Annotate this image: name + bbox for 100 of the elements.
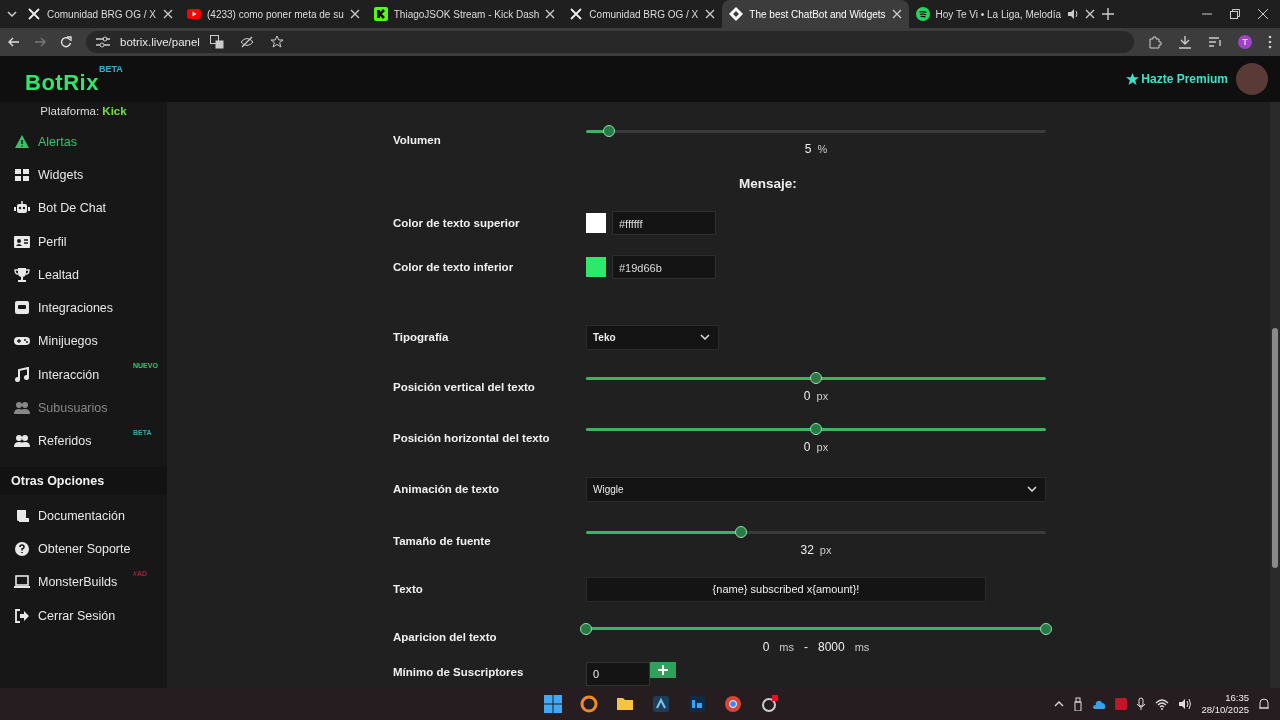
reading-unit: px [816,390,829,402]
microphone-icon[interactable] [1136,697,1147,711]
reading-value: 5 [804,142,812,156]
close-icon[interactable] [163,9,173,19]
star-icon[interactable] [269,35,284,49]
url-text: botrix.live/panel [120,36,200,48]
eye-slash-icon[interactable] [239,35,254,49]
music-note-icon [14,366,30,383]
reading-unit: px [819,544,832,556]
x-logo-icon [27,7,41,21]
close-icon[interactable] [705,9,716,19]
browser-tab[interactable]: The best ChatBot and Widgets [722,0,909,28]
browser-tab[interactable]: (4233) como poner meta de su [180,0,367,28]
diamond-icon [729,7,744,21]
nav-item[interactable]: Perfil [0,224,167,259]
usb-icon[interactable] [1073,697,1084,711]
speaker-icon[interactable] [1178,698,1193,710]
sign-out-icon [14,607,30,624]
text-field[interactable]: {name} subscribed x{amount}! [586,576,986,602]
field-label: Color de texto superior [393,217,521,229]
scrollbar[interactable] [1270,102,1280,688]
nav-item[interactable]: Bot De Chat [0,191,167,225]
bell-icon[interactable] [1258,697,1270,711]
forward-icon [34,36,46,48]
slider-thumb[interactable] [580,622,592,635]
close-icon[interactable] [349,9,360,19]
pdf-tile-icon[interactable] [1115,698,1128,710]
slider[interactable] [586,526,1046,538]
more-icon[interactable] [1268,35,1272,49]
field-label: Aparicion del texto [393,631,498,643]
cloud-icon[interactable] [1092,698,1107,710]
close-icon[interactable] [1258,9,1268,19]
site-info-icon[interactable] [96,36,110,48]
close-icon[interactable] [545,9,556,19]
hex-field[interactable]: #ffffff [612,211,716,235]
slider[interactable] [586,125,1046,137]
speaker-icon[interactable] [1067,8,1079,20]
color-swatch[interactable] [586,213,606,233]
media-list-icon[interactable] [1208,35,1222,49]
slider[interactable] [586,372,1046,384]
chevron-up-icon[interactable] [1054,701,1065,707]
range-slider[interactable] [580,622,1052,635]
field-label: Tamaño de fuente [393,534,492,547]
add-button[interactable] [650,662,676,678]
back-icon[interactable] [8,36,20,48]
field-label: Posición vertical del texto [393,380,536,393]
app-logo[interactable]: BotRix [25,62,99,96]
help-icon [14,540,30,557]
download-icon[interactable] [1178,35,1192,49]
dropdown[interactable]: Wiggle [586,476,1046,502]
field-label: Animación de texto [393,483,501,495]
field-label: Tipografía [393,331,450,343]
reload-icon[interactable] [60,36,72,48]
platform-text: Plataforma: Kick [39,104,128,119]
reading-value: 32 [800,543,814,557]
slider-thumb[interactable] [810,423,822,435]
scrollbar-thumb[interactable] [1272,328,1278,568]
tab-title: The best ChatBot and Widgets [749,8,886,20]
nav-item[interactable]: Alertas [0,125,167,159]
new-tab-icon[interactable] [1102,8,1114,20]
chevron-down-icon [700,334,710,340]
slider-thumb[interactable] [810,372,822,384]
browser-tab[interactable]: Comunidad BRG OG / X [562,0,723,28]
nav-item[interactable]: Widgets [0,158,167,192]
reading-value: 0 [762,639,770,654]
nav-item[interactable]: Lealtad [0,258,167,292]
close-icon[interactable] [1085,9,1095,19]
restore-icon[interactable] [1230,9,1240,19]
warning-icon [14,133,30,150]
dropdown[interactable]: Teko [586,324,719,350]
browser-tab[interactable]: ThiagoJSOK Stream - Kick Dash [366,0,563,28]
number-field[interactable]: 0 [586,662,650,686]
slider-thumb[interactable] [603,125,615,137]
nav-item[interactable]: Cerrar Sesión [0,598,167,633]
wifi-icon[interactable] [1155,698,1170,710]
reading-unit: ms [854,640,870,653]
slider-thumb[interactable] [1040,622,1052,635]
slider[interactable] [586,423,1046,435]
clock-date: 28/10/2025 [1201,704,1249,716]
nav-item[interactable]: Documentación [0,498,167,533]
clock-time: 16:35 [1225,692,1249,704]
laptop-icon [14,574,30,591]
hex-field[interactable]: #19d66b [612,255,716,279]
users-icon [14,400,30,416]
tab-title: Comunidad BRG OG / X [47,8,157,20]
reading-value: 0 [803,440,811,454]
reading-unit: px [816,441,829,453]
nav-item[interactable]: Minijuegos [0,324,167,359]
close-icon[interactable] [891,9,902,19]
profile-avatar[interactable]: T [1238,35,1252,49]
browser-tab[interactable]: Hoy Te Vi • La Liga, Melodía [908,0,1102,28]
nav-item[interactable]: Obtener Soporte [0,532,167,566]
nav-item[interactable]: Integraciones [0,291,167,325]
slider-thumb[interactable] [735,526,747,538]
field-label: Texto [393,583,424,595]
address-bar[interactable]: botrix.live/panel [86,31,1134,53]
browser-tab[interactable]: Comunidad BRG OG / X [20,0,180,28]
color-swatch[interactable] [586,257,606,277]
reading-value: 0 [803,389,811,403]
beta-label: BETA [98,64,123,74]
